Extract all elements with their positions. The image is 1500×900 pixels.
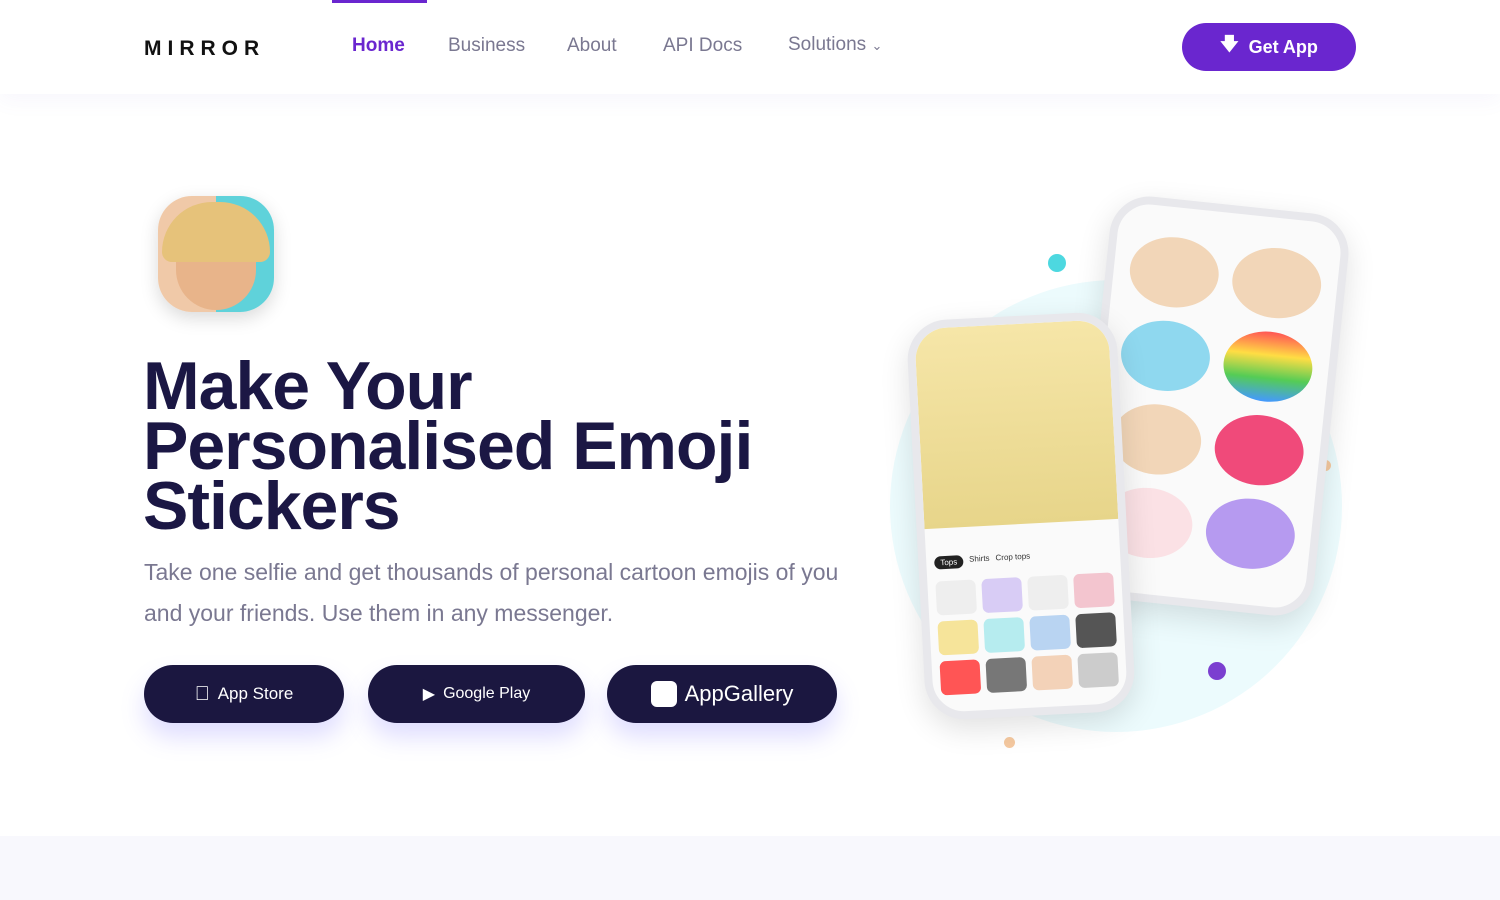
tab-shirts: Shirts [968, 553, 990, 564]
hero-title: Make Your Personalised Emoji Stickers [143, 348, 753, 544]
google-play-button[interactable]: ▶ Google Play [368, 665, 585, 723]
top-navigation: MIRROR Home Business About API Docs Solu… [0, 0, 1500, 94]
chevron-down-icon: ⌄ [871, 38, 883, 53]
nav-solutions[interactable]: Solutions ⌄ [788, 34, 882, 56]
tab-tops: Tops [934, 555, 964, 570]
hero-subtitle: Take one selfie and get thousands of per… [144, 559, 839, 626]
phone-dressup: Tops Shirts Crop tops [905, 310, 1137, 722]
appgallery-label: AppGallery [684, 681, 794, 706]
app-store-button[interactable]: App Store [144, 665, 344, 723]
app-store-label: App Store [210, 684, 294, 703]
nav-business[interactable]: Business [448, 35, 525, 57]
logo[interactable]: MIRROR [144, 37, 265, 61]
nav-api-docs[interactable]: API Docs [663, 35, 742, 57]
app-icon-avatar [158, 196, 274, 312]
appgallery-button[interactable]: AppGallery [607, 665, 837, 723]
tab-crop-tops: Crop tops [995, 551, 1031, 563]
google-play-icon: ▶ [422, 686, 436, 703]
google-play-label: Google Play [443, 685, 531, 702]
next-section [0, 836, 1500, 900]
get-app-label: Get App [1248, 36, 1318, 57]
download-icon: 🡇 [1220, 34, 1239, 54]
nav-about[interactable]: About [567, 35, 617, 57]
nav-home[interactable]: Home [352, 35, 405, 57]
active-indicator [332, 0, 427, 3]
nav-solutions-label: Solutions [788, 34, 867, 55]
get-app-button[interactable]: 🡇 Get App [1182, 23, 1356, 71]
huawei-icon [650, 681, 677, 707]
apple-icon:  [195, 683, 210, 706]
